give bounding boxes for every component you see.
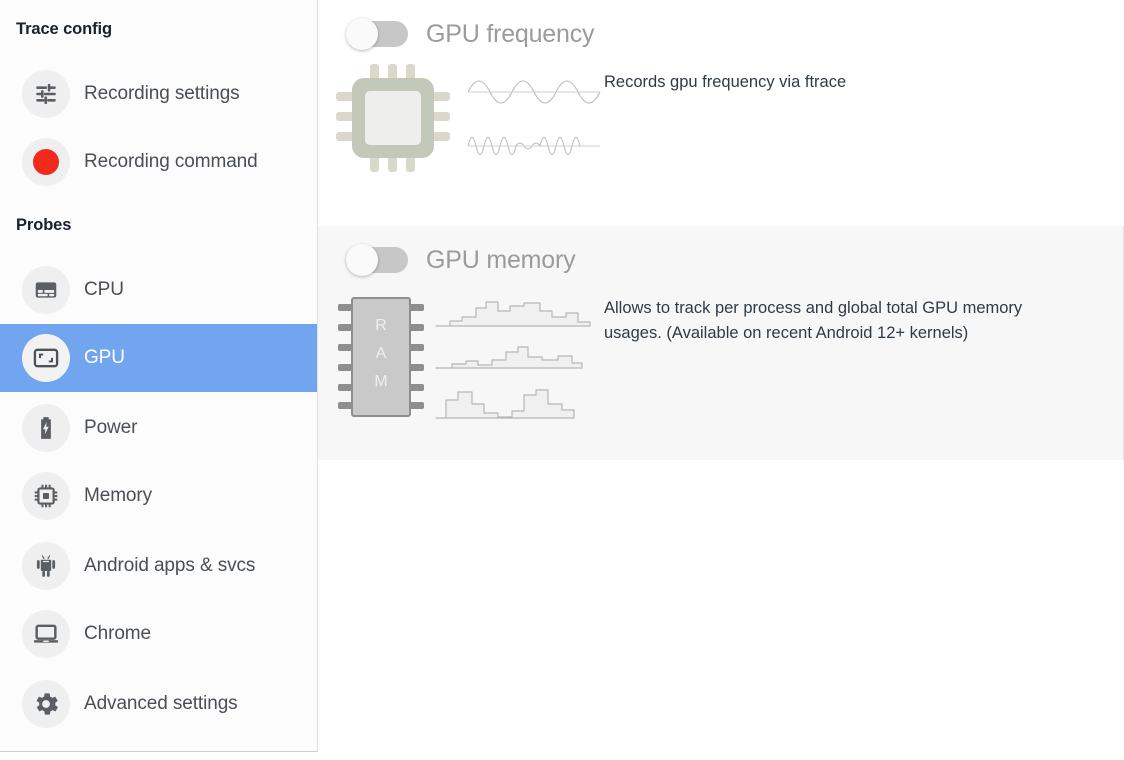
- gear-icon: [22, 680, 70, 728]
- svg-text:M: M: [374, 373, 387, 390]
- probes-content: GPU frequency Records gpu frequency via …: [318, 0, 1124, 760]
- sidebar-item-recording-settings[interactable]: Recording settings: [0, 60, 317, 128]
- sidebar: Trace config Recording settings Recordin…: [0, 0, 318, 752]
- sidebar-item-label: Memory: [84, 485, 153, 506]
- cpu-icon: [22, 266, 70, 314]
- toggle-knob: [346, 18, 378, 50]
- svg-text:R: R: [375, 317, 387, 334]
- toggle-knob: [346, 244, 378, 276]
- sidebar-item-chrome[interactable]: Chrome: [0, 600, 317, 668]
- record-dot-icon: [22, 138, 70, 186]
- battery-icon: [22, 404, 70, 452]
- sidebar-item-label: Chrome: [84, 623, 151, 644]
- probe-gpu-frequency: GPU frequency Records gpu frequency via …: [318, 0, 1124, 226]
- sidebar-item-label: Android apps & svcs: [84, 555, 256, 576]
- sidebar-item-label: GPU: [84, 347, 125, 368]
- sidebar-item-recording-command[interactable]: Recording command: [0, 128, 317, 196]
- sidebar-item-memory[interactable]: Memory: [0, 462, 317, 530]
- record-dot-shape: [33, 149, 59, 175]
- gpu-memory-toggle[interactable]: [346, 244, 408, 276]
- ram-stick-area-charts-illustration: R A M: [318, 290, 604, 435]
- android-icon: [22, 542, 70, 590]
- memory-chip-icon: [22, 472, 70, 520]
- probe-description: Records gpu frequency via ftrace: [604, 73, 847, 91]
- sidebar-item-label: CPU: [84, 279, 124, 300]
- probe-gpu-memory-body: R A M Allows to track per process and gl…: [318, 282, 1123, 435]
- sidebar-item-power[interactable]: Power: [0, 394, 317, 462]
- sidebar-item-gpu[interactable]: GPU: [0, 324, 317, 392]
- probe-gpu-frequency-body: Records gpu frequency via ftrace: [318, 56, 1124, 179]
- app-root: Trace config Recording settings Recordin…: [0, 0, 1124, 760]
- sidebar-heading-trace-config: Trace config: [16, 20, 112, 38]
- cpu-chip-waveforms-illustration: [318, 64, 604, 179]
- sidebar-heading-probes: Probes: [16, 216, 72, 234]
- probe-gpu-memory: GPU memory R A M Allows to track per pro…: [318, 226, 1124, 460]
- probe-gpu-memory-header: GPU memory: [318, 238, 1123, 282]
- sidebar-item-advanced-settings[interactable]: Advanced settings: [0, 670, 317, 738]
- sidebar-item-label: Recording settings: [84, 83, 240, 104]
- sidebar-item-label: Advanced settings: [84, 693, 238, 714]
- probe-gpu-frequency-header: GPU frequency: [318, 12, 1124, 56]
- probe-title: GPU frequency: [426, 19, 595, 48]
- gpu-icon: [22, 334, 70, 382]
- gpu-frequency-toggle[interactable]: [346, 18, 408, 50]
- tune-icon: [22, 70, 70, 118]
- sidebar-item-android-apps-svcs[interactable]: Android apps & svcs: [0, 532, 317, 600]
- sidebar-item-cpu[interactable]: CPU: [0, 256, 317, 324]
- laptop-icon: [22, 610, 70, 658]
- svg-text:A: A: [376, 345, 387, 362]
- probe-description: Allows to track per process and global t…: [604, 299, 1023, 342]
- probe-title: GPU memory: [426, 245, 576, 274]
- sidebar-item-label: Power: [84, 417, 138, 438]
- sidebar-item-label: Recording command: [84, 151, 258, 172]
